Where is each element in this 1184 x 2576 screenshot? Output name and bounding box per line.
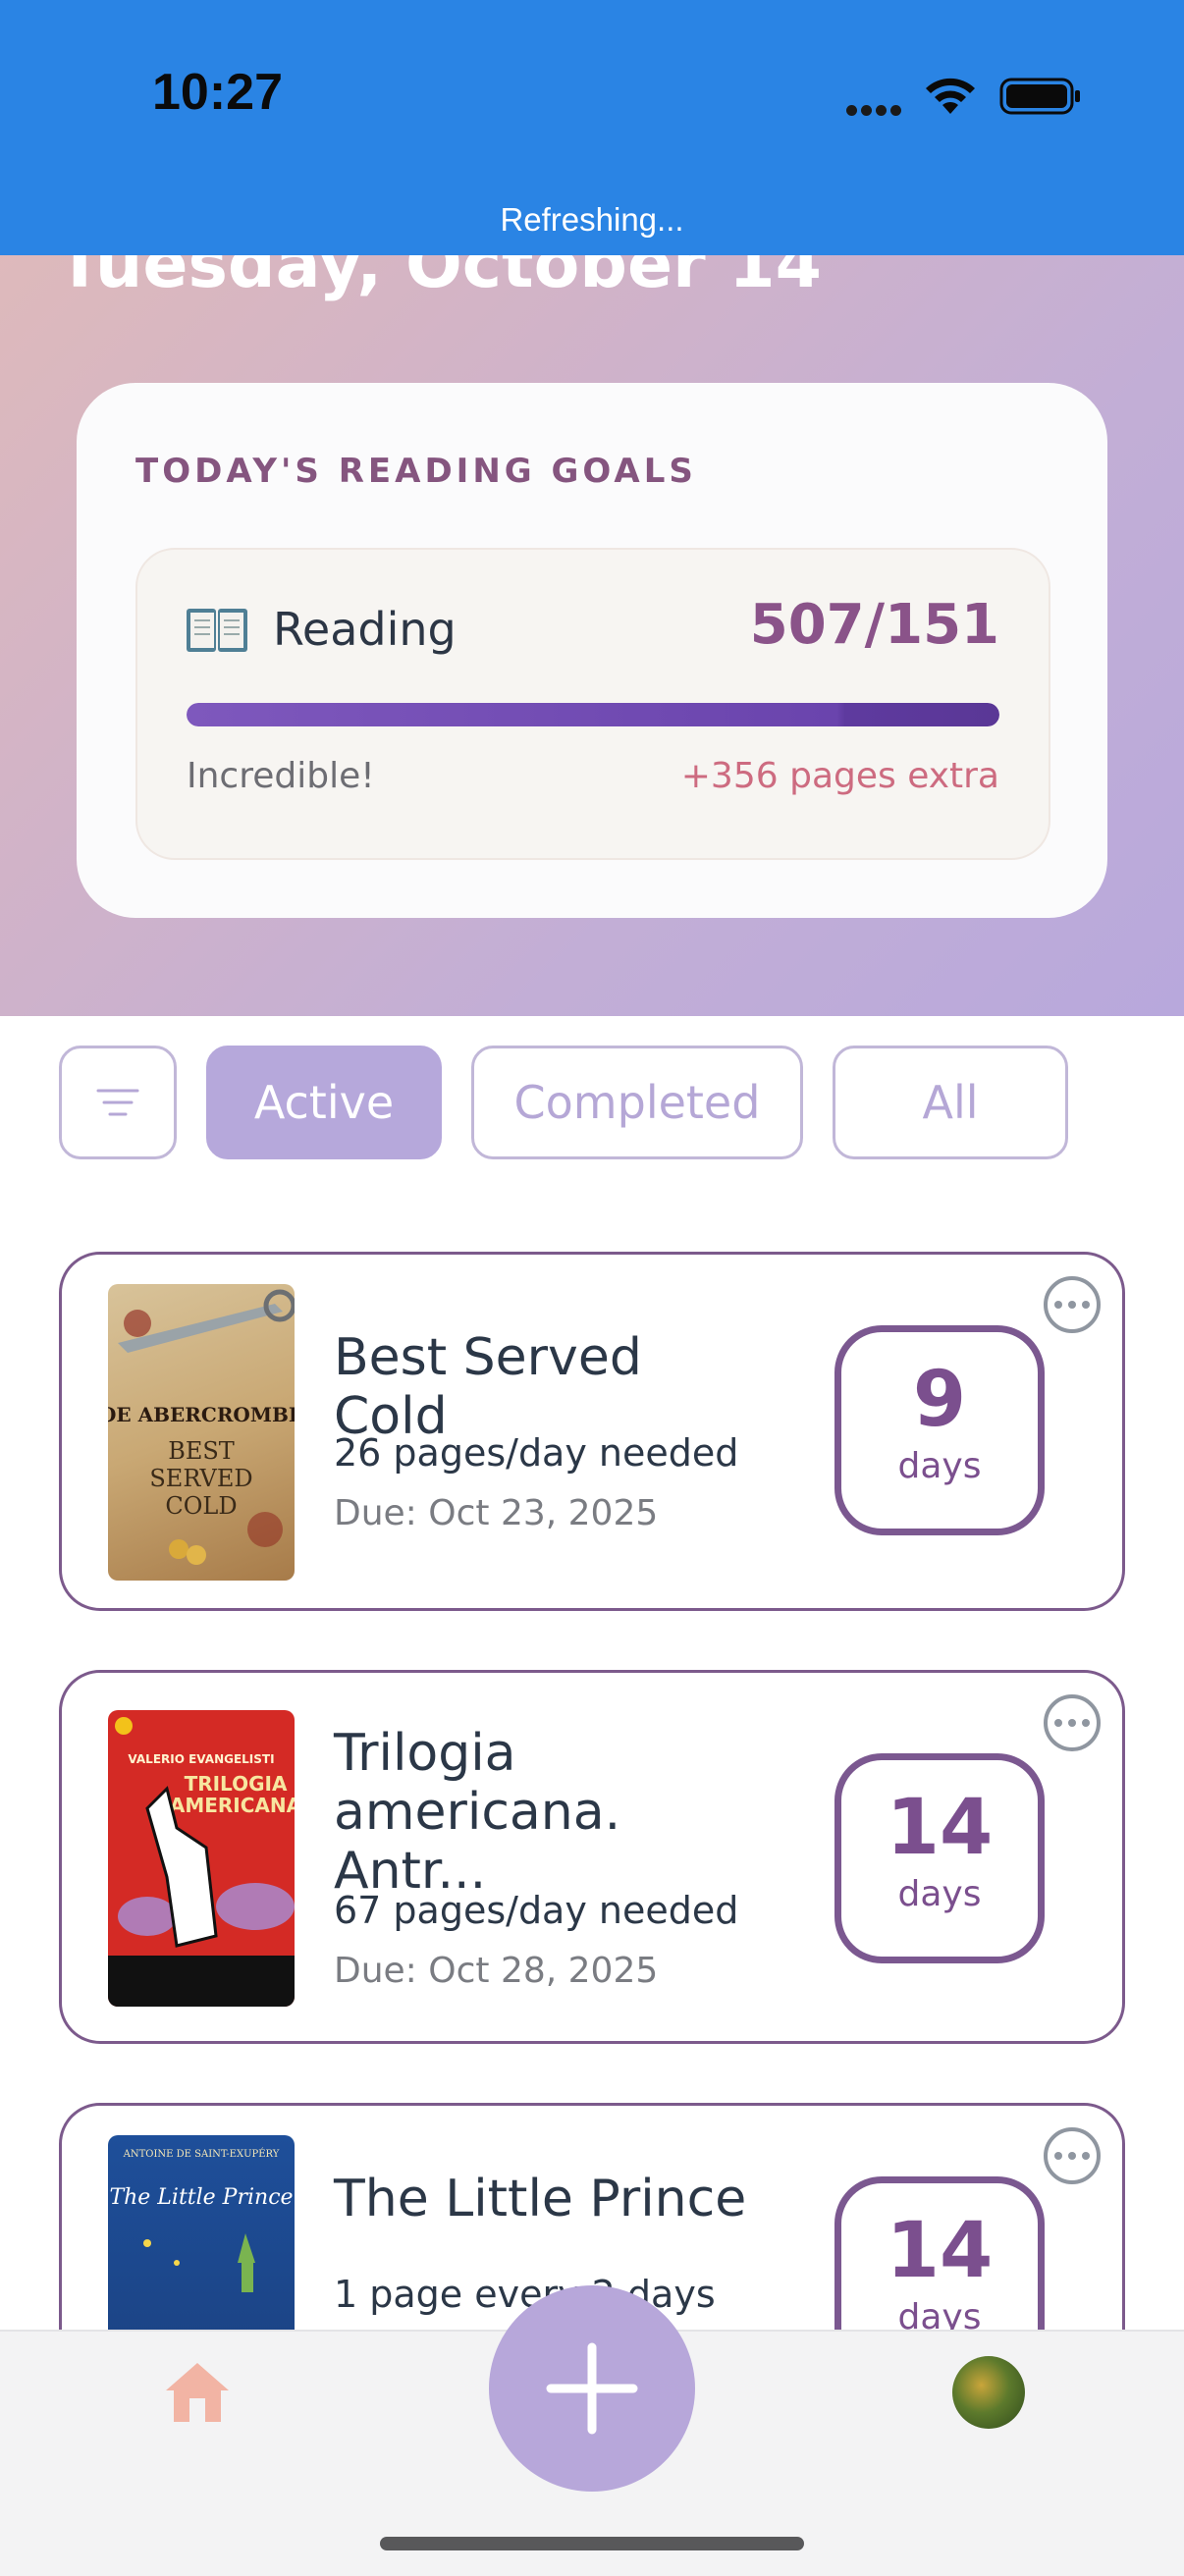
svg-text:ANTOINE DE SAINT-EXUPÉRY: ANTOINE DE SAINT-EXUPÉRY	[123, 2148, 280, 2160]
due-date: Due: Oct 28, 2025	[334, 1951, 659, 1991]
days-remaining-badge: 14 days	[834, 1753, 1045, 1963]
pages-per-day: 26 pages/day needed	[334, 1431, 739, 1475]
status-bar: 10:27 Refreshing...	[0, 0, 1184, 255]
goals-heading: TODAY'S READING GOALS	[135, 452, 697, 491]
svg-text:COLD: COLD	[165, 1492, 237, 1520]
filter-all-button[interactable]: All	[833, 1046, 1068, 1159]
avatar[interactable]	[952, 2356, 1025, 2429]
plus-icon	[546, 2342, 638, 2435]
goal-extra-pages: +356 pages extra	[680, 756, 999, 796]
days-remaining-badge: 9 days	[834, 1325, 1045, 1535]
goal-value: 507/151	[749, 593, 999, 657]
book-title: The Little Prince	[334, 2170, 747, 2228]
book-title: Trilogia americana. Antr...	[334, 1724, 621, 1901]
status-time: 10:27	[152, 64, 283, 121]
svg-text:TRILOGIA: TRILOGIA	[185, 1772, 288, 1796]
svg-text:JOE ABERCROMBIE: JOE ABERCROMBIE	[108, 1403, 295, 1426]
svg-text:AMERICANA: AMERICANA	[170, 1794, 295, 1817]
book-card[interactable]: JOE ABERCROMBIE BEST SERVED COLD Best Se…	[59, 1252, 1125, 1611]
goal-progress-bar	[187, 703, 999, 726]
refresh-indicator: Refreshing...	[500, 201, 684, 238]
svg-text:SERVED: SERVED	[149, 1465, 252, 1492]
book-title: Best Served Cold	[334, 1328, 642, 1446]
days-remaining-label: days	[897, 1874, 982, 1914]
battery-icon	[999, 78, 1080, 115]
days-remaining-number: 14	[886, 1784, 994, 1872]
svg-text:VALERIO EVANGELISTI: VALERIO EVANGELISTI	[128, 1752, 274, 1766]
pages-per-day: 67 pages/day needed	[334, 1889, 739, 1932]
book-cover-art: JOE ABERCROMBIE BEST SERVED COLD	[108, 1289, 295, 1565]
home-icon[interactable]	[162, 2359, 233, 2426]
add-book-button[interactable]	[489, 2285, 695, 2492]
filter-completed-button[interactable]: Completed	[471, 1046, 803, 1159]
book-cover: VALERIO EVANGELISTI TRILOGIA AMERICANA	[108, 1710, 295, 2007]
home-indicator	[380, 2537, 804, 2550]
svg-text:The Little Prince: The Little Prince	[109, 2185, 293, 2210]
more-options-button[interactable]	[1044, 1694, 1101, 1751]
days-remaining-label: days	[897, 1446, 982, 1486]
book-card[interactable]: VALERIO EVANGELISTI TRILOGIA AMERICANA T…	[59, 1670, 1125, 2044]
filter-options-button[interactable]	[59, 1046, 177, 1159]
book-cover-art: VALERIO EVANGELISTI TRILOGIA AMERICANA	[108, 1717, 295, 2007]
more-options-button[interactable]	[1044, 1276, 1101, 1333]
goal-status: Incredible!	[187, 756, 375, 796]
goal-progress-fill	[187, 703, 999, 726]
reading-goal-item[interactable]: Reading 507/151 Incredible! +356 pages e…	[135, 548, 1050, 860]
days-remaining-number: 14	[886, 2207, 994, 2295]
wifi-icon	[926, 78, 975, 114]
open-book-icon	[187, 609, 247, 652]
more-options-button[interactable]	[1044, 2127, 1101, 2184]
goal-label: Reading	[273, 603, 457, 656]
reading-goals-card: TODAY'S READING GOALS Reading 507/151 In…	[77, 383, 1107, 918]
due-date: Due: Oct 23, 2025	[334, 1493, 659, 1533]
svg-text:BEST: BEST	[168, 1437, 235, 1465]
book-cover: JOE ABERCROMBIE BEST SERVED COLD	[108, 1284, 295, 1581]
cellular-signal-icon	[846, 101, 905, 120]
filter-active-button[interactable]: Active	[206, 1046, 442, 1159]
filter-lines-icon	[96, 1089, 139, 1116]
days-remaining-number: 9	[912, 1356, 967, 1444]
